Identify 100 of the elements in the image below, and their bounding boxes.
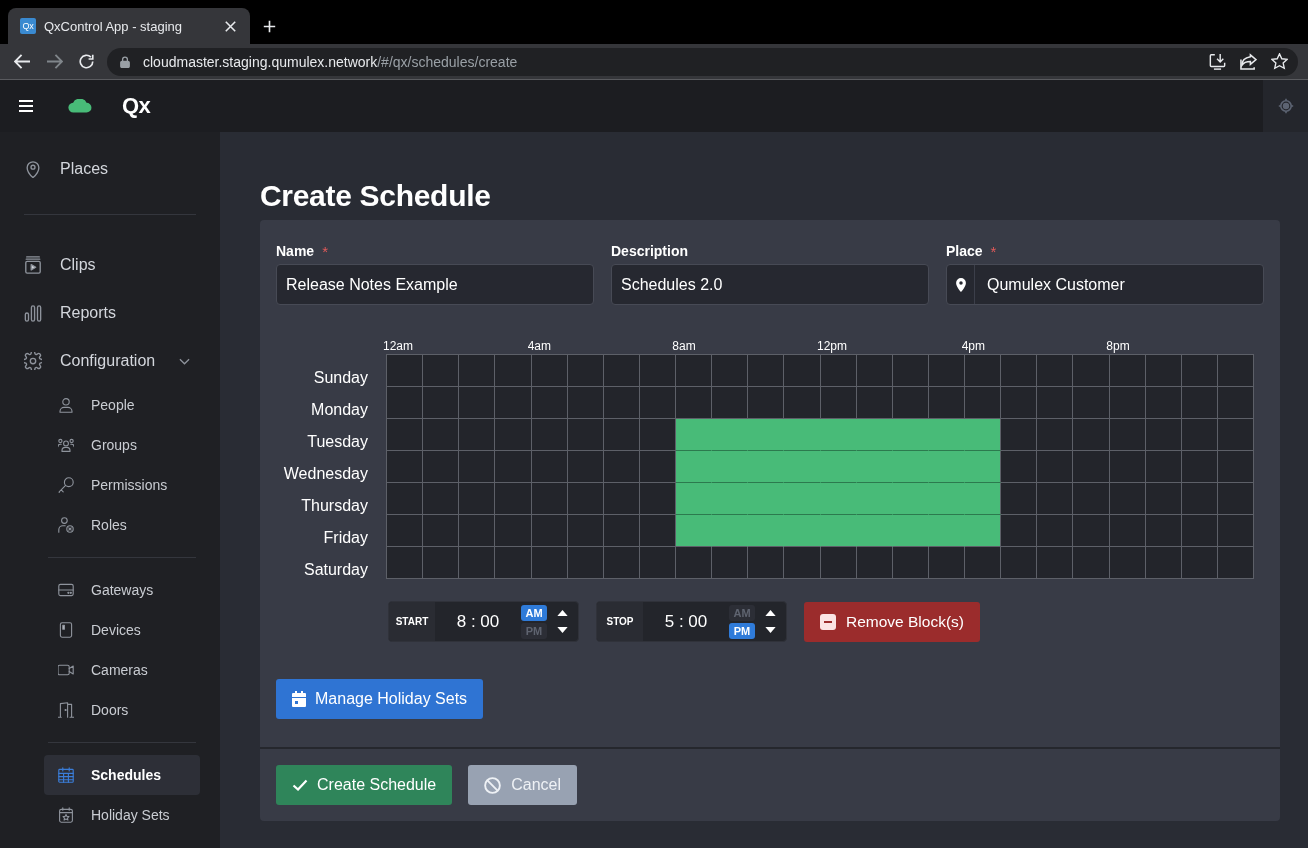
schedule-cell[interactable]: [712, 387, 749, 419]
schedule-cell[interactable]: [495, 419, 532, 451]
schedule-cell[interactable]: [1181, 451, 1218, 483]
schedule-cell[interactable]: [784, 355, 821, 387]
schedule-cell[interactable]: [459, 419, 496, 451]
schedule-cell[interactable]: [712, 355, 749, 387]
schedule-cell[interactable]: [748, 547, 785, 579]
schedule-cell[interactable]: [892, 547, 929, 579]
schedule-cell[interactable]: [603, 515, 640, 547]
schedule-cell[interactable]: [1109, 355, 1146, 387]
schedule-cell[interactable]: [1181, 387, 1218, 419]
schedule-cell[interactable]: [1145, 387, 1182, 419]
schedule-cell[interactable]: [495, 515, 532, 547]
sidebar-item[interactable]: Holiday Sets: [44, 795, 200, 835]
plus-icon[interactable]: [262, 19, 276, 33]
schedule-cell[interactable]: [423, 355, 460, 387]
schedule-cell[interactable]: [567, 451, 604, 483]
schedule-cell[interactable]: [784, 387, 821, 419]
schedule-cell[interactable]: [1181, 547, 1218, 579]
schedule-cell[interactable]: [531, 387, 568, 419]
schedule-cell[interactable]: [856, 387, 893, 419]
schedule-cell[interactable]: [1037, 387, 1074, 419]
schedule-cell[interactable]: [965, 547, 1002, 579]
schedule-cell[interactable]: [603, 355, 640, 387]
schedule-cell[interactable]: [459, 547, 496, 579]
back-arrow-icon[interactable]: [13, 54, 31, 69]
sidebar-item[interactable]: Places: [16, 145, 200, 193]
schedule-cell[interactable]: [1109, 515, 1146, 547]
schedule-cell[interactable]: [1073, 387, 1110, 419]
schedule-cell[interactable]: [1109, 547, 1146, 579]
schedule-cell[interactable]: [567, 515, 604, 547]
schedule-cell[interactable]: [1001, 387, 1038, 419]
schedule-cell[interactable]: [1145, 483, 1182, 515]
schedule-cell[interactable]: [1217, 515, 1254, 547]
schedule-cell[interactable]: [892, 387, 929, 419]
sidebar-item[interactable]: People: [44, 385, 200, 425]
schedule-cell[interactable]: [856, 547, 893, 579]
schedule-cell[interactable]: [387, 451, 424, 483]
schedule-cell[interactable]: [1181, 515, 1218, 547]
schedule-cell[interactable]: [531, 419, 568, 451]
schedule-cell[interactable]: [567, 547, 604, 579]
schedule-cell[interactable]: [1217, 387, 1254, 419]
schedule-cell[interactable]: [639, 387, 676, 419]
schedule-cell[interactable]: [639, 419, 676, 451]
schedule-cell[interactable]: [1145, 547, 1182, 579]
schedule-cell[interactable]: [567, 355, 604, 387]
star-icon[interactable]: [1271, 53, 1288, 70]
place-field[interactable]: Qumulex Customer: [946, 264, 1264, 305]
caret-down-icon[interactable]: [557, 627, 568, 633]
schedule-cell[interactable]: [1037, 515, 1074, 547]
schedule-cell[interactable]: [748, 387, 785, 419]
manage-holiday-sets-button[interactable]: Manage Holiday Sets: [276, 679, 484, 719]
schedule-cell[interactable]: [1181, 355, 1218, 387]
sidebar-item[interactable]: Cameras: [44, 650, 200, 690]
schedule-cell[interactable]: [1109, 387, 1146, 419]
time-field[interactable]: 5 : 00: [643, 602, 729, 641]
schedule-cell[interactable]: [1217, 547, 1254, 579]
schedule-cell[interactable]: [892, 355, 929, 387]
schedule-cell[interactable]: [459, 483, 496, 515]
schedule-cell[interactable]: [965, 451, 1002, 483]
schedule-cell[interactable]: [639, 483, 676, 515]
locate-button[interactable]: [1263, 80, 1308, 132]
schedule-cell[interactable]: [423, 387, 460, 419]
install-icon[interactable]: [1209, 53, 1226, 70]
schedule-cell[interactable]: [856, 355, 893, 387]
caret-up-icon[interactable]: [765, 610, 776, 616]
address-bar[interactable]: cloudmaster.staging.qumulex.network/#/qx/schedules/create: [107, 47, 1298, 76]
schedule-cell[interactable]: [603, 547, 640, 579]
schedule-cell[interactable]: [423, 515, 460, 547]
schedule-cell[interactable]: [423, 547, 460, 579]
schedule-cell[interactable]: [1181, 483, 1218, 515]
schedule-cell[interactable]: [1001, 419, 1038, 451]
schedule-cell[interactable]: [1001, 515, 1038, 547]
schedule-cell[interactable]: [1001, 355, 1038, 387]
schedule-cell[interactable]: [1001, 483, 1038, 515]
schedule-cell[interactable]: [495, 451, 532, 483]
schedule-cell[interactable]: [928, 387, 965, 419]
schedule-cell[interactable]: [531, 483, 568, 515]
remove-blocks-button[interactable]: Remove Block(s): [804, 601, 980, 642]
schedule-cell[interactable]: [676, 419, 713, 451]
schedule-cell[interactable]: [1037, 483, 1074, 515]
caret-up-icon[interactable]: [557, 610, 568, 616]
schedule-cell[interactable]: [676, 515, 713, 547]
sidebar-item[interactable]: Doors: [44, 690, 200, 730]
schedule-cell[interactable]: [676, 547, 713, 579]
schedule-cell[interactable]: [1109, 419, 1146, 451]
browser-tab[interactable]: Qx QxControl App - staging: [8, 8, 250, 44]
caret-down-icon[interactable]: [765, 627, 776, 633]
schedule-cell[interactable]: [1109, 451, 1146, 483]
schedule-cell[interactable]: [423, 483, 460, 515]
chevron-icon[interactable]: [179, 357, 190, 365]
schedule-cell[interactable]: [928, 547, 965, 579]
schedule-cell[interactable]: [965, 387, 1002, 419]
schedule-cell[interactable]: [387, 547, 424, 579]
schedule-cell[interactable]: [459, 355, 496, 387]
schedule-cell[interactable]: [603, 451, 640, 483]
schedule-cell[interactable]: [676, 355, 713, 387]
schedule-cell[interactable]: [531, 547, 568, 579]
sidebar-item[interactable]: Roles: [44, 505, 200, 545]
create-schedule-button[interactable]: Create Schedule: [276, 765, 453, 805]
